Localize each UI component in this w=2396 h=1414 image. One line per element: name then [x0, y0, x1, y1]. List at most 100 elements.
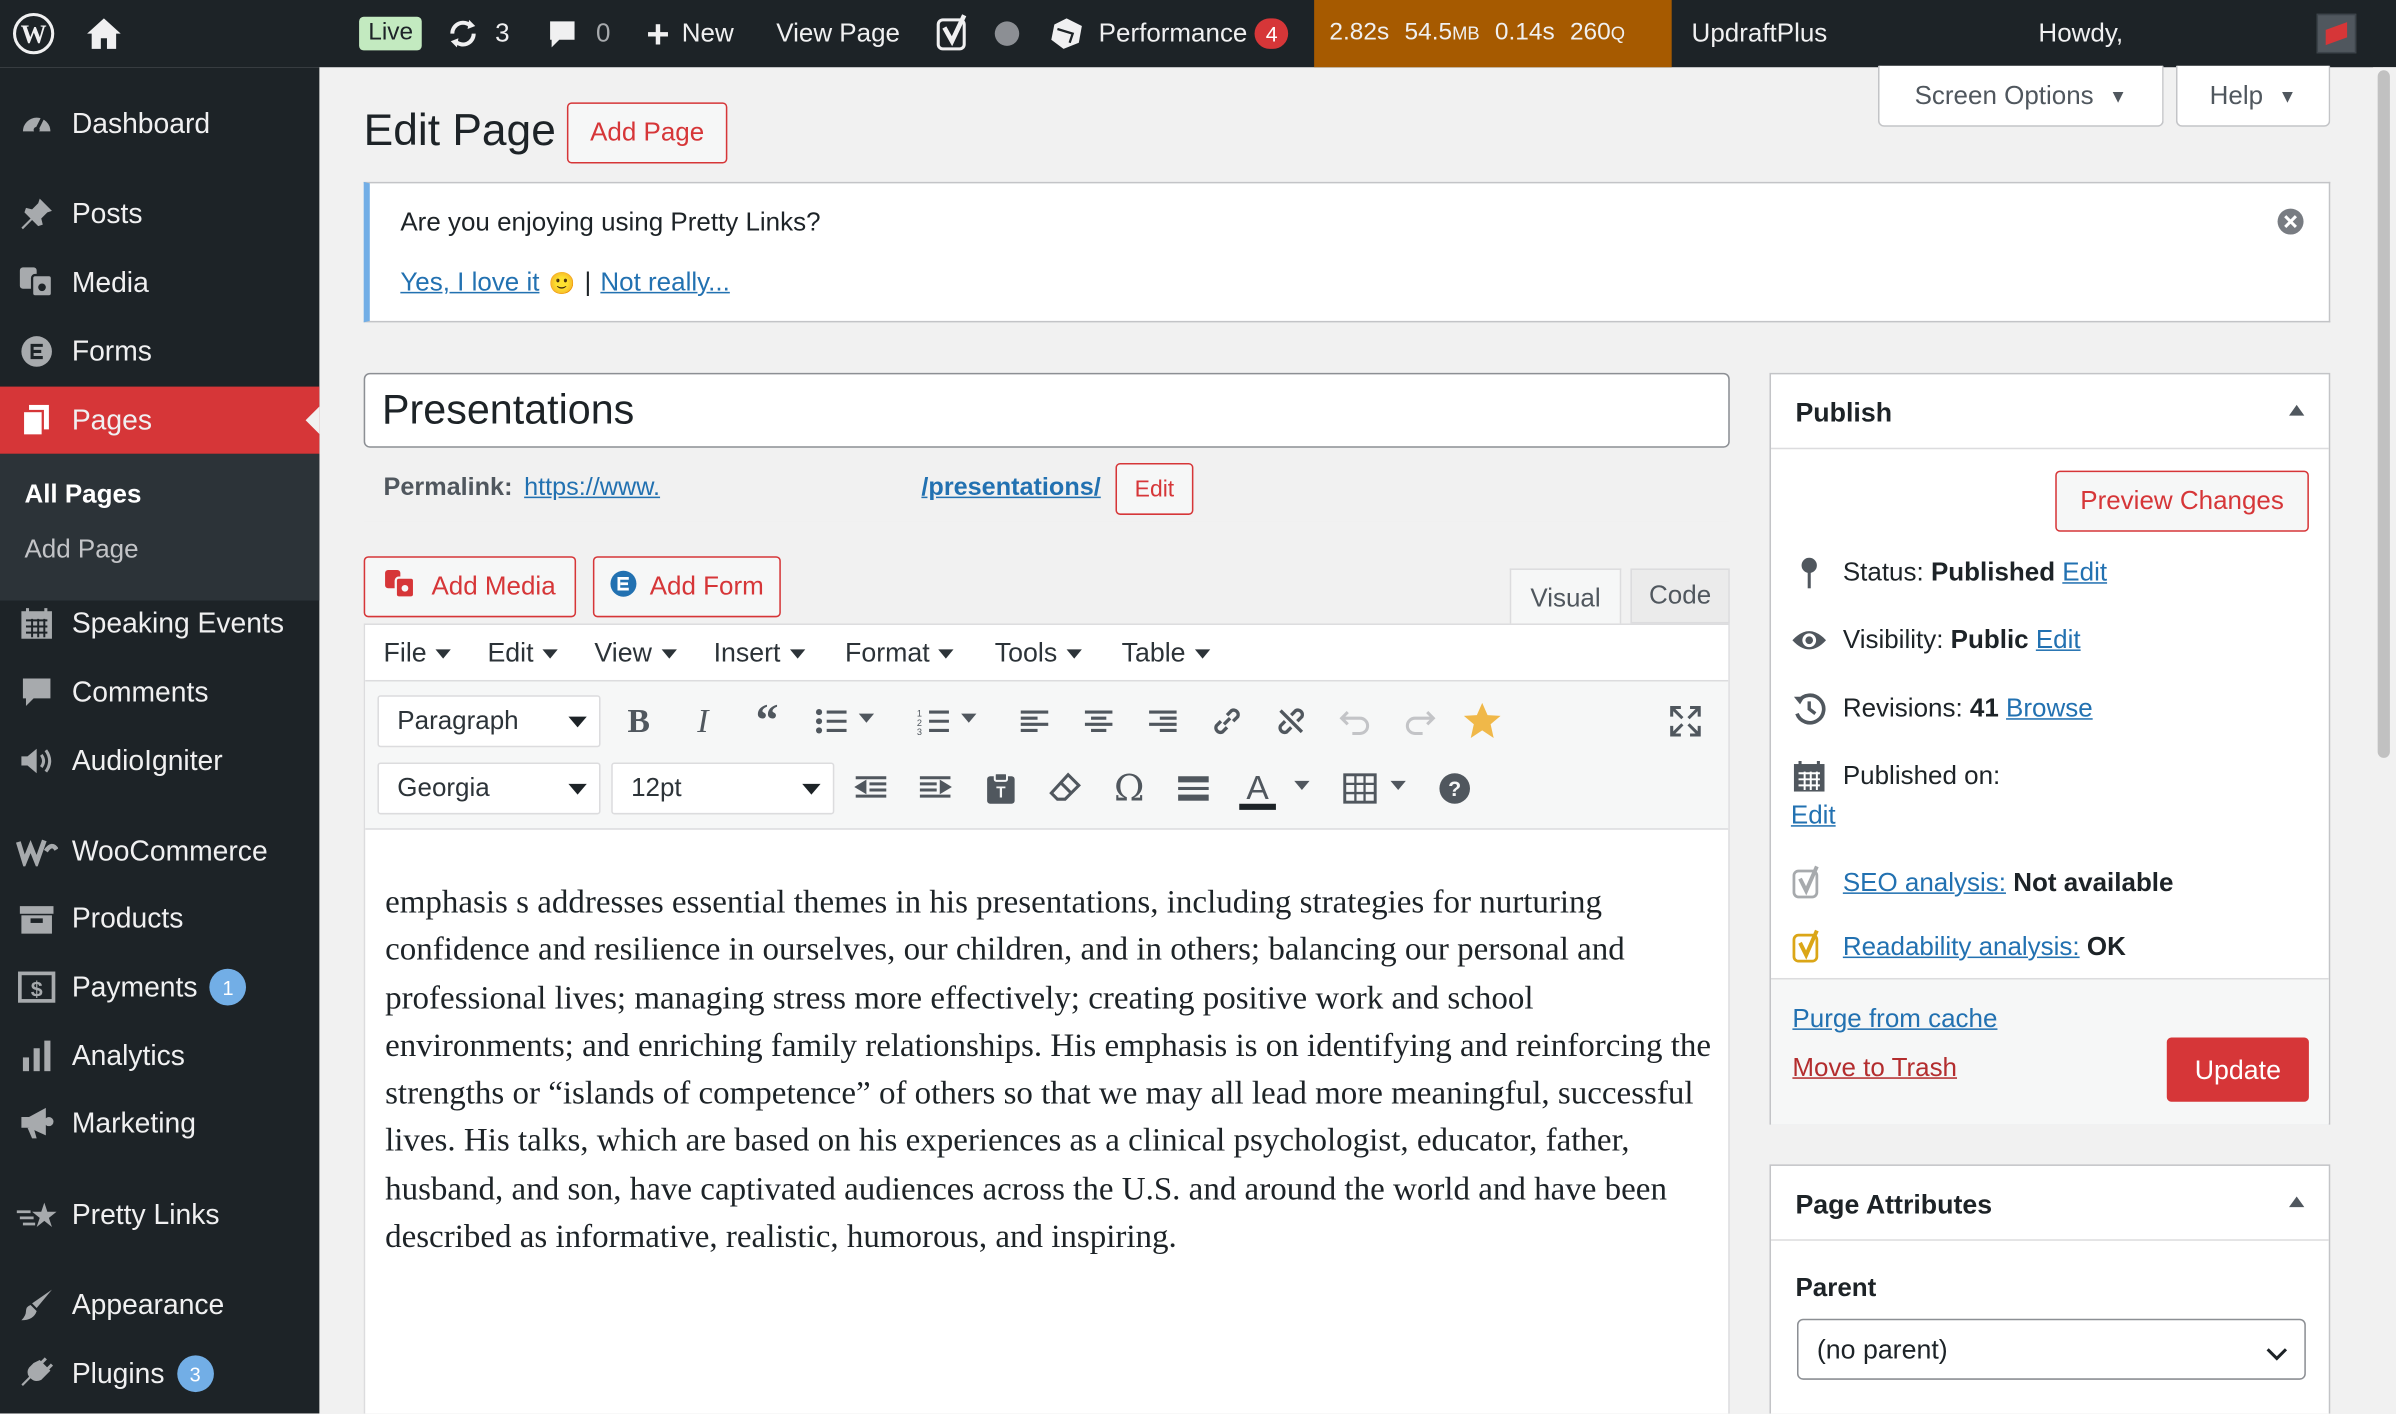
- menu-tools[interactable]: Tools: [995, 637, 1082, 669]
- bullet-list-caret-icon[interactable]: [856, 701, 877, 741]
- font-size-select[interactable]: 12pt: [611, 762, 835, 815]
- menu-file[interactable]: File: [384, 637, 452, 669]
- edit-status-link[interactable]: Edit: [2062, 558, 2107, 589]
- readability-analysis-link[interactable]: Readability analysis:: [1843, 932, 2080, 963]
- menu-view[interactable]: View: [594, 637, 677, 669]
- publish-header[interactable]: Publish: [1771, 374, 2329, 450]
- purge-cache-link[interactable]: Purge from cache: [1792, 1004, 1997, 1035]
- seo-analysis-link[interactable]: SEO analysis:: [1843, 868, 2006, 899]
- browse-revisions-link[interactable]: Browse: [2006, 694, 2093, 725]
- user-avatar[interactable]: [2316, 0, 2357, 67]
- fullscreen-icon[interactable]: [1666, 701, 1706, 741]
- numbered-list-icon[interactable]: 123: [914, 701, 954, 741]
- performance-menu[interactable]: Performance 4: [1048, 0, 1289, 67]
- edit-publish-date-link[interactable]: Edit: [1791, 801, 1836, 832]
- format-select[interactable]: Paragraph: [377, 695, 601, 748]
- sidebar-item-speaking-events[interactable]: Speaking Events: [0, 590, 319, 657]
- blockquote-icon[interactable]: “: [747, 695, 787, 745]
- editor-content[interactable]: emphasis s addresses essential themes in…: [385, 879, 1714, 1262]
- font-family-select[interactable]: Georgia: [377, 762, 601, 815]
- page-scrollbar[interactable]: [2373, 67, 2396, 1414]
- sidebar-item-media[interactable]: Media: [0, 249, 319, 316]
- sidebar-item-appearance[interactable]: Appearance: [0, 1271, 319, 1338]
- text-color-caret-icon[interactable]: [1291, 769, 1312, 809]
- sidebar-item-marketing[interactable]: Marketing: [0, 1090, 319, 1157]
- submenu-all-pages[interactable]: All Pages: [24, 480, 141, 511]
- menu-format[interactable]: Format: [845, 637, 955, 669]
- clear-formatting-icon[interactable]: [1045, 769, 1085, 809]
- redo-icon[interactable]: [1400, 701, 1440, 741]
- update-button[interactable]: Update: [2166, 1037, 2309, 1102]
- text-color-icon[interactable]: A: [1235, 769, 1281, 812]
- undo-icon[interactable]: [1336, 701, 1376, 741]
- horizontal-line-icon[interactable]: [1174, 769, 1214, 809]
- unlink-icon[interactable]: [1271, 701, 1311, 741]
- insert-link-icon[interactable]: [1207, 701, 1247, 741]
- menu-table[interactable]: Table: [1122, 637, 1210, 669]
- outdent-icon[interactable]: [851, 769, 891, 809]
- add-form-button[interactable]: Add Form: [592, 556, 781, 618]
- view-page-link[interactable]: View Page: [776, 0, 900, 67]
- new-content-link[interactable]: + New: [646, 0, 733, 67]
- love-it-link[interactable]: Yes, I love it: [400, 267, 539, 298]
- tab-code[interactable]: Code: [1630, 568, 1730, 624]
- italic-icon[interactable]: I: [683, 701, 723, 741]
- updraftplus-link[interactable]: UpdraftPlus: [1692, 0, 1828, 67]
- help-button[interactable]: Help ▼: [2175, 65, 2331, 127]
- bold-icon[interactable]: B: [619, 701, 659, 741]
- sidebar-item-forms[interactable]: Forms: [0, 318, 319, 385]
- sidebar-item-products[interactable]: Products: [0, 885, 319, 952]
- title-input[interactable]: Presentations: [363, 372, 1730, 448]
- screen-options-button[interactable]: Screen Options ▼: [1877, 65, 2164, 127]
- edit-visibility-link[interactable]: Edit: [2036, 625, 2081, 656]
- parent-select[interactable]: (no parent): [1796, 1318, 2306, 1380]
- my-account-menu[interactable]: Howdy,: [2038, 0, 2123, 67]
- table-caret-icon[interactable]: [1387, 769, 1408, 809]
- comments-link[interactable]: 0: [547, 0, 610, 67]
- not-really-link[interactable]: Not really...: [600, 267, 729, 298]
- query-monitor-menu[interactable]: 2.82s 54.5MB 0.14s 260Q: [1314, 0, 1672, 68]
- keyboard-help-icon[interactable]: ?: [1435, 769, 1475, 809]
- wordpress-logo-icon[interactable]: W: [12, 0, 55, 67]
- page-attributes-header[interactable]: Page Attributes: [1771, 1166, 2329, 1241]
- sidebar-item-analytics[interactable]: Analytics: [0, 1022, 319, 1089]
- live-badge[interactable]: Live: [359, 0, 423, 67]
- yoast-menu[interactable]: [935, 0, 1021, 67]
- submenu-add-page[interactable]: Add Page: [24, 535, 138, 566]
- align-center-icon[interactable]: [1079, 701, 1119, 741]
- pretty-link-star-icon[interactable]: [1461, 700, 1504, 743]
- updates-link[interactable]: 3: [446, 0, 510, 67]
- preview-changes-button[interactable]: Preview Changes: [2055, 470, 2309, 532]
- indent-icon[interactable]: [915, 769, 955, 809]
- sidebar-item-comments[interactable]: Comments: [0, 659, 319, 726]
- permalink-url-start[interactable]: https://www.: [524, 474, 660, 503]
- align-left-icon[interactable]: [1015, 701, 1055, 741]
- collapse-triangle-icon[interactable]: [2289, 404, 2305, 416]
- table-icon[interactable]: [1340, 769, 1380, 809]
- menu-edit[interactable]: Edit: [487, 637, 558, 669]
- collapse-triangle-icon[interactable]: [2289, 1196, 2305, 1208]
- sidebar-item-pages[interactable]: Pages: [0, 386, 320, 454]
- add-media-button[interactable]: Add Media: [363, 556, 577, 618]
- sidebar-item-woocommerce[interactable]: WooCommerce: [0, 818, 319, 885]
- scrollbar-thumb[interactable]: [2377, 70, 2390, 758]
- home-icon[interactable]: [86, 0, 123, 67]
- sidebar-item-dashboard[interactable]: Dashboard: [0, 90, 319, 157]
- bullet-list-icon[interactable]: [811, 701, 851, 741]
- tab-visual[interactable]: Visual: [1509, 568, 1622, 627]
- add-page-button[interactable]: Add Page: [566, 102, 728, 164]
- paste-text-icon[interactable]: T: [981, 769, 1021, 809]
- menu-insert[interactable]: Insert: [714, 637, 805, 669]
- sidebar-item-posts[interactable]: Posts: [0, 180, 319, 247]
- sidebar-item-payments[interactable]: $ Payments 1: [0, 954, 319, 1021]
- sidebar-item-plugins[interactable]: Plugins 3: [0, 1340, 319, 1407]
- dismiss-notice-icon[interactable]: [2277, 208, 2305, 243]
- sidebar-item-pretty-links[interactable]: Pretty Links: [0, 1181, 319, 1248]
- edit-permalink-button[interactable]: Edit: [1115, 463, 1194, 515]
- move-to-trash-link[interactable]: Move to Trash: [1792, 1053, 1957, 1084]
- numbered-list-caret-icon[interactable]: [958, 701, 979, 741]
- align-right-icon[interactable]: [1143, 701, 1183, 741]
- special-character-icon[interactable]: Ω: [1109, 767, 1149, 810]
- permalink-url-end[interactable]: /presentations/: [921, 474, 1100, 503]
- sidebar-item-audioigniter[interactable]: AudioIgniter: [0, 727, 319, 794]
